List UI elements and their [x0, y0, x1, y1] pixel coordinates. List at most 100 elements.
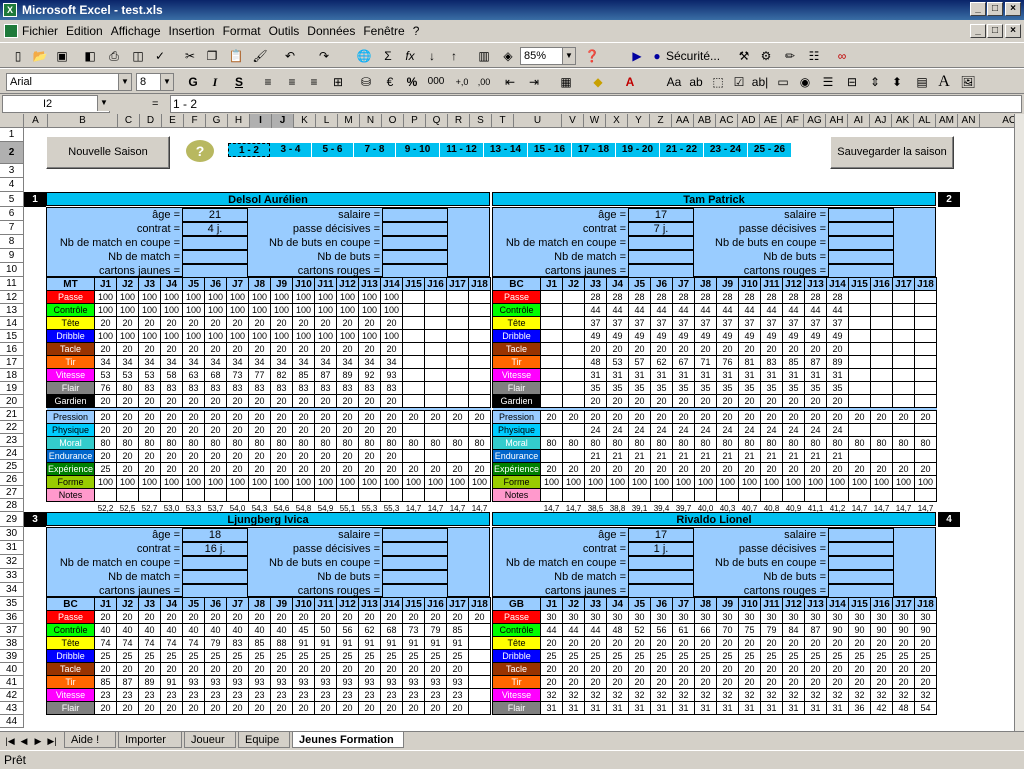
- stat-cell[interactable]: [562, 368, 585, 382]
- stat-cell[interactable]: 20: [160, 662, 183, 676]
- stat-cell[interactable]: 20: [738, 662, 761, 676]
- stat-cell[interactable]: 20: [182, 662, 205, 676]
- stat-cell[interactable]: 70: [716, 623, 739, 637]
- stat-cell[interactable]: 20: [424, 462, 447, 476]
- stat-cell[interactable]: 32: [540, 688, 563, 702]
- stat-cell[interactable]: 20: [914, 662, 937, 676]
- stat-cell[interactable]: 80: [760, 436, 783, 450]
- stat-cell[interactable]: [468, 394, 491, 408]
- stat-cell[interactable]: 20: [226, 701, 249, 715]
- stat-cell[interactable]: 49: [606, 329, 629, 343]
- edit-box-icon[interactable]: ab: [686, 73, 706, 91]
- stat-cell[interactable]: 20: [380, 449, 403, 463]
- stat-cell[interactable]: 100: [138, 303, 161, 317]
- stat-cell[interactable]: 23: [402, 688, 425, 702]
- name-box-dropdown-icon[interactable]: ▼: [96, 95, 110, 113]
- stat-cell[interactable]: 80: [826, 436, 849, 450]
- stat-cell[interactable]: 20: [160, 394, 183, 408]
- stat-cell[interactable]: 91: [424, 636, 447, 650]
- stat-cell[interactable]: 49: [782, 329, 805, 343]
- stat-cell[interactable]: 20: [870, 410, 893, 424]
- stat-cell[interactable]: 35: [650, 381, 673, 395]
- stat-cell[interactable]: 20: [182, 462, 205, 476]
- stat-cell[interactable]: 20: [116, 449, 139, 463]
- stat-cell[interactable]: 20: [914, 462, 937, 476]
- stat-cell[interactable]: [848, 355, 871, 369]
- attribute-label[interactable]: Vitesse: [492, 368, 541, 382]
- stat-cell[interactable]: 20: [446, 662, 469, 676]
- stat-cell[interactable]: 28: [826, 290, 849, 304]
- season-tab[interactable]: 23 - 24: [704, 143, 748, 157]
- stat-cell[interactable]: 20: [650, 636, 673, 650]
- stat-cell[interactable]: 20: [94, 394, 117, 408]
- stat-cell[interactable]: 100: [270, 303, 293, 317]
- sort-asc-icon[interactable]: ↓: [422, 47, 442, 65]
- stat-cell[interactable]: 80: [116, 381, 139, 395]
- stat-cell[interactable]: 20: [226, 423, 249, 437]
- stat-cell[interactable]: 25: [270, 649, 293, 663]
- stat-cell[interactable]: 20: [738, 410, 761, 424]
- stat-cell[interactable]: 49: [694, 329, 717, 343]
- stat-cell[interactable]: 30: [628, 610, 651, 624]
- attribute-label[interactable]: Passe: [492, 290, 541, 304]
- stat-cell[interactable]: 32: [782, 688, 805, 702]
- season-tab[interactable]: 1 - 2: [228, 143, 270, 157]
- thousands-button[interactable]: 000: [424, 73, 448, 91]
- attribute-label[interactable]: Expérience: [46, 462, 95, 476]
- stat-cell[interactable]: 80: [336, 436, 359, 450]
- scrollbar-control-icon[interactable]: ⇕: [866, 73, 884, 91]
- stat-cell[interactable]: 20: [336, 462, 359, 476]
- stat-cell[interactable]: 20: [116, 410, 139, 424]
- font-select[interactable]: Arial ▼: [6, 73, 132, 91]
- stat-cell[interactable]: 31: [826, 368, 849, 382]
- maximize-button[interactable]: □: [987, 2, 1003, 16]
- stat-cell[interactable]: 28: [672, 290, 695, 304]
- attribute-label[interactable]: Tête: [46, 316, 95, 330]
- stat-cell[interactable]: 23: [292, 688, 315, 702]
- attribute-label[interactable]: Vitesse: [46, 688, 95, 702]
- stat-cell[interactable]: 21: [628, 449, 651, 463]
- stat-cell[interactable]: 85: [292, 368, 315, 382]
- stat-cell[interactable]: 91: [160, 675, 183, 689]
- sheet-tab[interactable]: Joueur: [184, 732, 236, 748]
- stat-cell[interactable]: 20: [716, 342, 739, 356]
- stat-cell[interactable]: 20: [204, 449, 227, 463]
- stat-cell[interactable]: [562, 316, 585, 330]
- stat-cell[interactable]: 20: [270, 423, 293, 437]
- stat-cell[interactable]: 100: [738, 475, 761, 489]
- stat-cell[interactable]: 80: [606, 436, 629, 450]
- stat-cell[interactable]: 20: [848, 462, 871, 476]
- size-select[interactable]: 8 ▼: [136, 73, 174, 91]
- stat-cell[interactable]: 83: [358, 381, 381, 395]
- stat-cell[interactable]: 35: [694, 381, 717, 395]
- stat-cell[interactable]: 85: [782, 355, 805, 369]
- text-format-icon[interactable]: A: [934, 73, 954, 91]
- stat-cell[interactable]: 20: [562, 662, 585, 676]
- stat-cell[interactable]: 20: [314, 410, 337, 424]
- stat-cell[interactable]: 80: [870, 436, 893, 450]
- stat-cell[interactable]: 20: [380, 462, 403, 476]
- stat-cell[interactable]: 37: [650, 316, 673, 330]
- stat-cell[interactable]: 20: [848, 410, 871, 424]
- stat-cell[interactable]: 32: [738, 688, 761, 702]
- stat-cell[interactable]: 31: [584, 701, 607, 715]
- stat-cell[interactable]: 20: [248, 394, 271, 408]
- stat-cell[interactable]: 20: [160, 423, 183, 437]
- stat-cell[interactable]: 31: [672, 368, 695, 382]
- stat-cell[interactable]: 20: [138, 610, 161, 624]
- stat-cell[interactable]: 20: [804, 410, 827, 424]
- stat-cell[interactable]: [468, 342, 491, 356]
- stat-cell[interactable]: 100: [116, 290, 139, 304]
- stat-cell[interactable]: 31: [628, 701, 651, 715]
- stat-cell[interactable]: 100: [138, 329, 161, 343]
- stat-cell[interactable]: 20: [358, 410, 381, 424]
- stat-cell[interactable]: 80: [628, 436, 651, 450]
- stat-cell[interactable]: [870, 316, 893, 330]
- stat-cell[interactable]: 20: [116, 342, 139, 356]
- stat-cell[interactable]: 20: [782, 675, 805, 689]
- stat-cell[interactable]: 100: [94, 290, 117, 304]
- stat-cell[interactable]: 71: [694, 355, 717, 369]
- stat-cell[interactable]: 34: [358, 355, 381, 369]
- stat-cell[interactable]: 67: [672, 355, 695, 369]
- stat-cell[interactable]: 100: [204, 303, 227, 317]
